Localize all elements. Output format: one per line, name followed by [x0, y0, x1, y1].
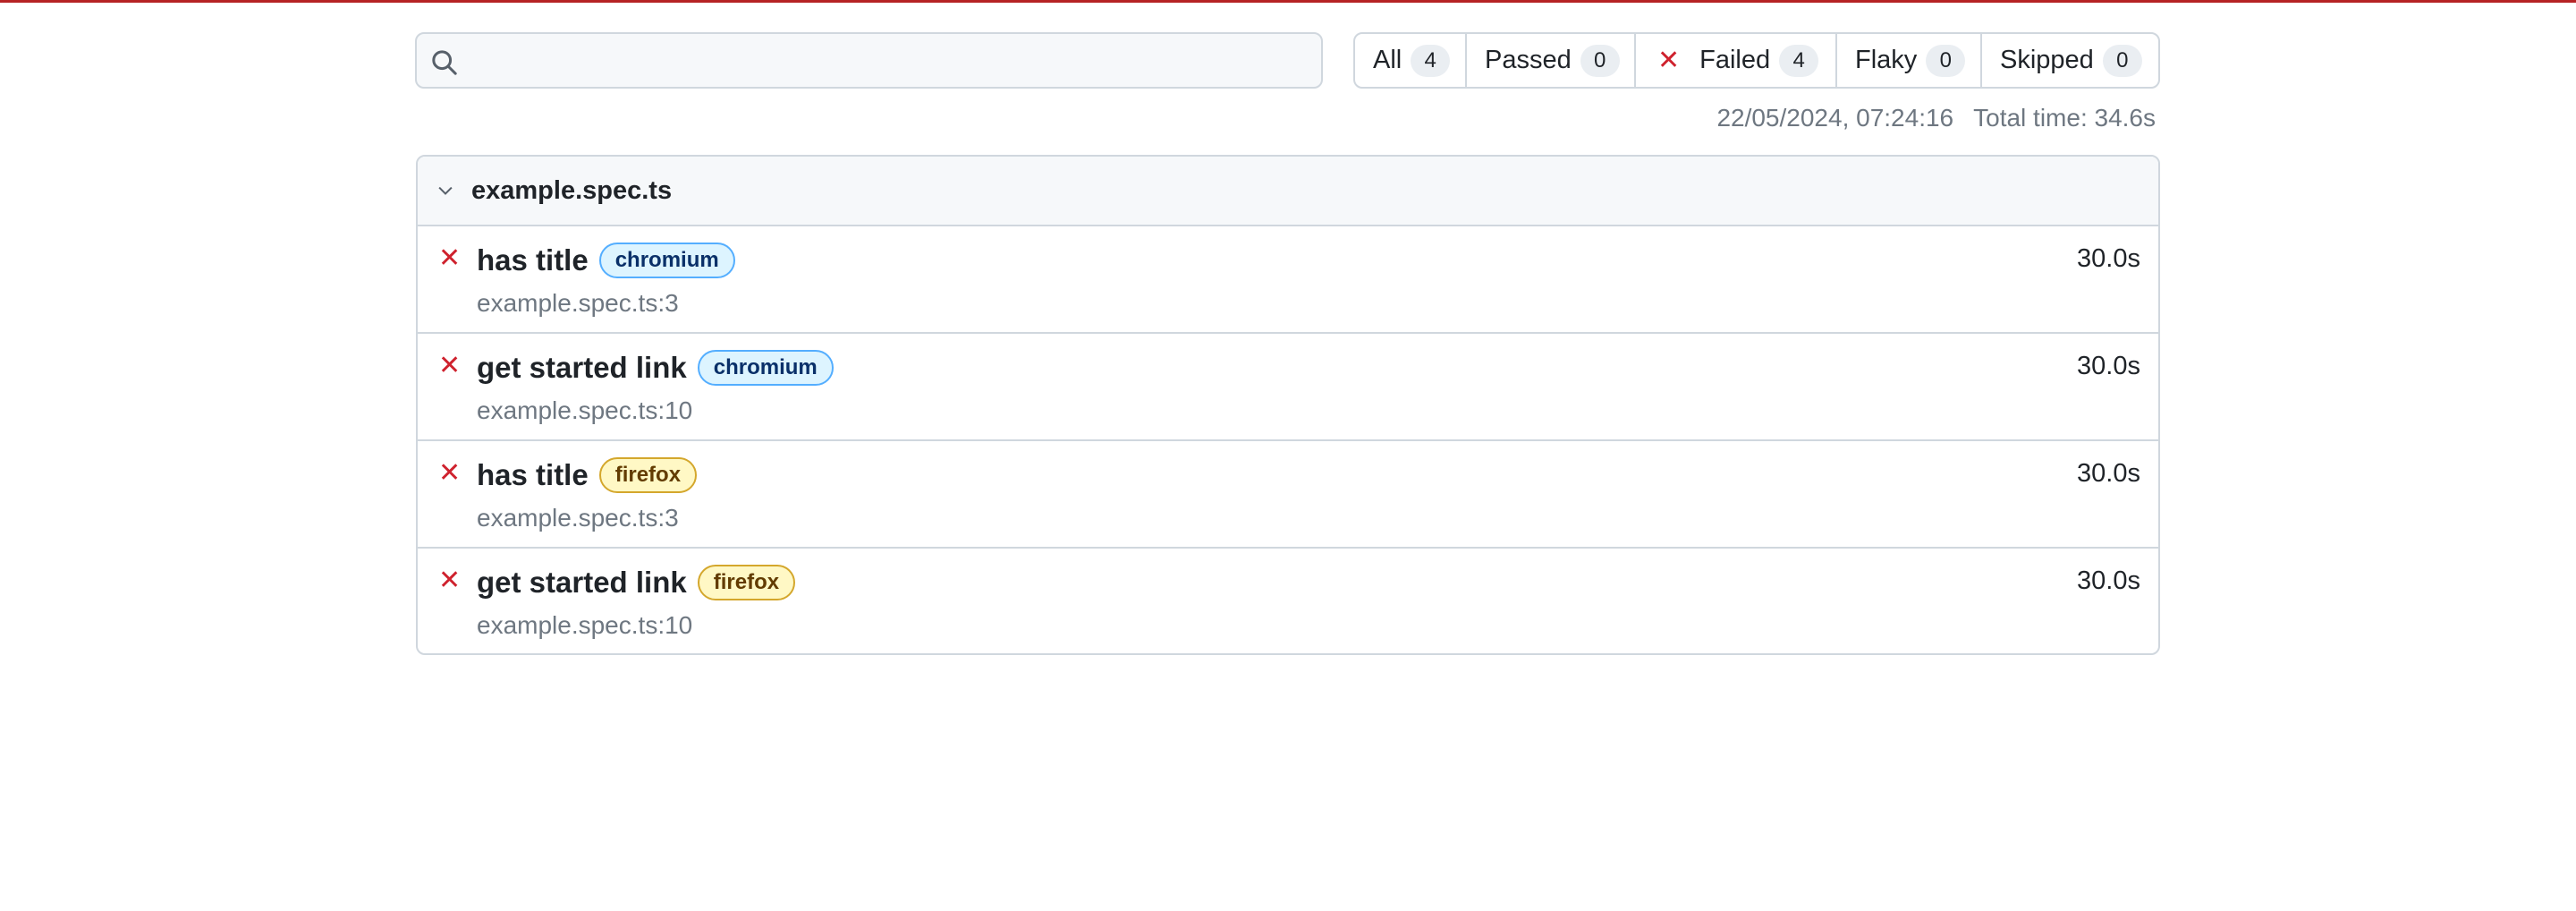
project-badge[interactable]: firefox	[598, 457, 698, 493]
report-meta: 22/05/2024, 07:24:16 Total time: 34.6s	[1716, 104, 2156, 132]
test-location: example.spec.ts:10	[477, 611, 693, 639]
filter-label: Passed	[1485, 46, 1572, 74]
test-duration: 30.0s	[2077, 244, 2140, 273]
filter-count: 4	[1779, 44, 1819, 77]
filter-passed[interactable]: Passed 0	[1467, 34, 1636, 87]
filter-count: 0	[1580, 44, 1620, 77]
test-location: example.spec.ts:3	[477, 504, 679, 532]
failed-icon: ✕	[438, 566, 462, 595]
filter-label: Flaky	[1855, 46, 1918, 74]
failed-icon: ✕	[438, 351, 462, 380]
filter-flaky[interactable]: Flaky 0	[1837, 34, 1982, 87]
test-location: example.spec.ts:3	[477, 289, 679, 317]
project-badge[interactable]: chromium	[598, 243, 735, 278]
failed-icon: ✕	[438, 458, 462, 488]
test-row[interactable]: ✕ get started link firefox example.spec.…	[418, 549, 2158, 653]
filter-label: Skipped	[2000, 46, 2094, 74]
test-row[interactable]: ✕ has title firefox example.spec.ts:3 30…	[418, 441, 2158, 549]
project-badge[interactable]: chromium	[697, 350, 834, 386]
test-title[interactable]: has title	[477, 243, 589, 277]
failed-icon: ✕	[438, 243, 462, 273]
status-filter-bar: All 4 Passed 0 ✕ Failed 4 Flaky 0 Skippe…	[1353, 32, 2160, 89]
filter-label: Failed	[1699, 46, 1771, 74]
file-name: example.spec.ts	[471, 175, 673, 205]
search-icon	[432, 50, 457, 75]
test-duration: 30.0s	[2077, 566, 2140, 595]
test-duration: 30.0s	[2077, 459, 2140, 488]
filter-count: 0	[2102, 44, 2142, 77]
project-badge[interactable]: firefox	[697, 565, 796, 600]
chevron-down-icon	[438, 186, 453, 195]
filter-all[interactable]: All 4	[1355, 34, 1467, 87]
filter-count: 4	[1411, 44, 1451, 77]
test-location: example.spec.ts:10	[477, 396, 693, 424]
test-row[interactable]: ✕ get started link chromium example.spec…	[418, 334, 2158, 441]
total-time: Total time: 34.6s	[1973, 104, 2156, 132]
test-title[interactable]: get started link	[477, 566, 687, 600]
filter-skipped[interactable]: Skipped 0	[1982, 34, 2158, 87]
file-header[interactable]: example.spec.ts	[418, 157, 2158, 226]
search-input[interactable]	[467, 34, 1311, 89]
filter-count: 0	[1926, 44, 1966, 77]
test-title[interactable]: get started link	[477, 351, 687, 385]
x-icon: ✕	[1657, 46, 1681, 75]
search-box[interactable]	[415, 32, 1323, 89]
test-title[interactable]: has title	[477, 458, 589, 492]
filter-label: All	[1373, 46, 1402, 74]
filter-failed[interactable]: ✕ Failed 4	[1636, 34, 1837, 87]
status-top-bar	[0, 0, 2576, 3]
test-row[interactable]: ✕ has title chromium example.spec.ts:3 3…	[418, 226, 2158, 334]
test-duration: 30.0s	[2077, 352, 2140, 380]
report-timestamp: 22/05/2024, 07:24:16	[1716, 104, 1954, 132]
file-group: example.spec.ts ✕ has title chromium exa…	[416, 155, 2160, 655]
